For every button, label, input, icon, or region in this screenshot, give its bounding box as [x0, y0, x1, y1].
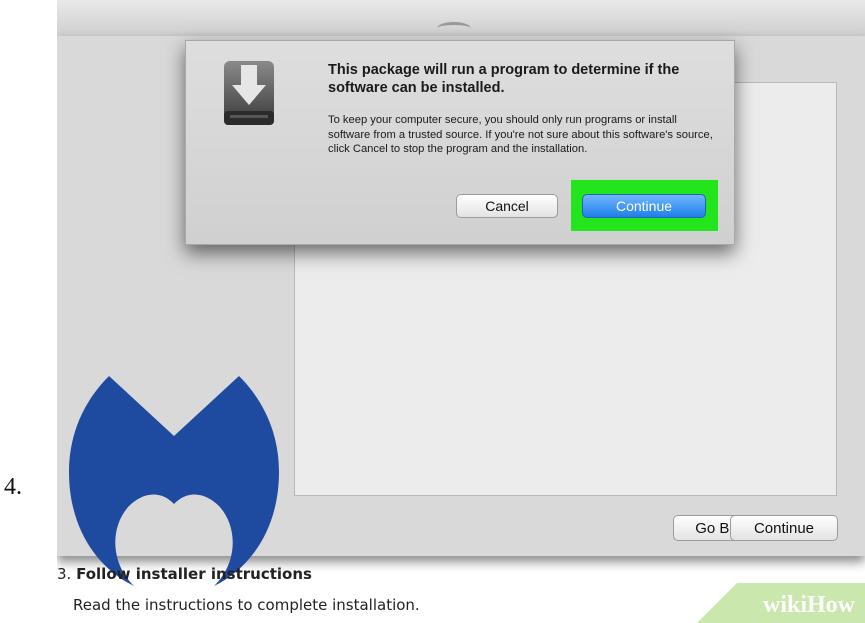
- installer-continue-button[interactable]: Continue: [730, 515, 838, 541]
- step-heading: 3. Follow installer instructions: [57, 565, 312, 583]
- window-titlebar: [57, 0, 865, 37]
- package-download-icon: [224, 61, 274, 125]
- dialog-heading: This package will run a program to deter…: [328, 62, 680, 96]
- list-number: 4.: [4, 474, 22, 500]
- step-description: Read the instructions to complete instal…: [73, 596, 420, 614]
- screenshot: Go Back Continue This package will run a…: [57, 0, 865, 623]
- malwarebytes-logo: [69, 376, 279, 586]
- step-title: Follow installer instructions: [76, 565, 312, 583]
- wikihow-watermark: wikiHow: [697, 583, 865, 623]
- svg-text:wikiHow: wikiHow: [763, 592, 856, 618]
- continue-button[interactable]: Continue: [582, 194, 706, 218]
- title-fragment: [437, 22, 471, 35]
- step-number: 3.: [57, 565, 72, 583]
- cancel-button[interactable]: Cancel: [456, 194, 558, 218]
- dialog-body-text: To keep your computer secure, you should…: [328, 114, 713, 155]
- security-dialog: This package will run a program to deter…: [185, 40, 735, 245]
